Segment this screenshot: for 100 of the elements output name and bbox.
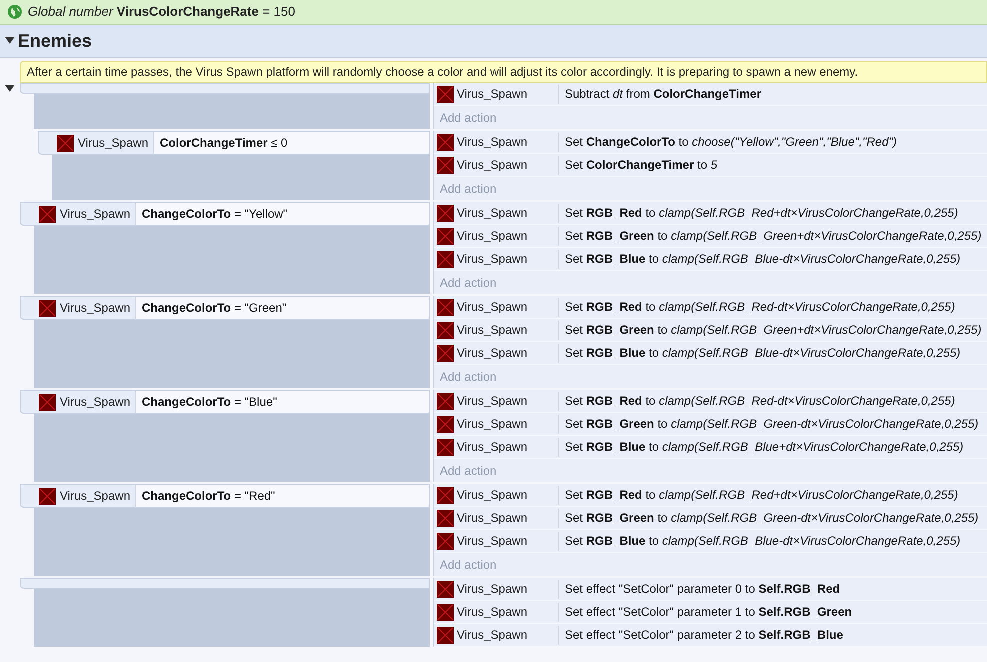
object-icon (39, 488, 56, 504)
action-row[interactable]: Virus_Spawn Set ColorChangeTimer to 5 (434, 154, 987, 177)
group-header[interactable]: Enemies (0, 25, 987, 58)
object-name: Virus_Spawn (457, 345, 528, 362)
event-conditions[interactable]: Virus_Spawn ChangeColorTo = "Red" (20, 484, 430, 508)
action-row[interactable]: Virus_Spawn Set RGB_Blue to clamp(Self.RGB_Blue-dt×VirusColorChangeRate,0,255) (434, 342, 987, 365)
object-name: Virus_Spawn (457, 299, 528, 316)
event-conditions[interactable]: Virus_Spawn ChangeColorTo = "Yellow" (20, 202, 430, 226)
event-conditions[interactable]: Virus_Spawn ChangeColorTo = "Blue" (20, 390, 430, 414)
action-text: Set RGB_Red to clamp(Self.RGB_Red-dt×VirusColorChangeRate,0,255) (564, 393, 956, 410)
object-icon (437, 486, 454, 504)
object-icon (437, 580, 454, 598)
object-icon (39, 206, 56, 222)
action-row[interactable]: Virus_Spawn Set RGB_Blue to clamp(Self.RGB_Blue-dt×VirusColorChangeRate,0,255) (434, 530, 987, 553)
object-icon (437, 438, 454, 456)
object-name: Virus_Spawn (457, 86, 528, 103)
condition-text: ChangeColorTo = "Green" (142, 300, 287, 317)
object-name: Virus_Spawn (457, 322, 528, 339)
condition-text: ColorChangeTimer ≤ 0 (160, 135, 288, 152)
action-row[interactable]: Virus_Spawn Set RGB_Green to clamp(Self.RGB_Green-dt×VirusColorChangeRate,0,255) (434, 507, 987, 530)
object-name: Virus_Spawn (457, 604, 528, 621)
comment-text: After a certain time passes, the Virus Spawn platform will randomly choose a color and will adjust its color accordingly. It is preparing to spawn a new enemy. (27, 64, 858, 81)
object-icon (39, 394, 56, 410)
action-text: Set RGB_Blue to clamp(Self.RGB_Blue+dt×VirusColorChangeRate,0,255) (564, 439, 964, 456)
object-name: Virus_Spawn (457, 251, 528, 268)
action-row[interactable]: Virus_Spawn Set effect "SetColor" parameter 1 to Self.RGB_Green (434, 601, 987, 624)
action-text: Set effect "SetColor" parameter 0 to Self.RGB_Red (564, 581, 840, 598)
object-icon (437, 134, 454, 150)
object-name: Virus_Spawn (457, 627, 528, 644)
object-name: Virus_Spawn (457, 581, 528, 598)
action-row[interactable]: Virus_Spawn Set RGB_Blue to clamp(Self.RGB_Blue+dt×VirusColorChangeRate,0,255) (434, 436, 987, 459)
object-icon (437, 322, 454, 338)
action-text: Set ColorChangeTimer to 5 (564, 157, 718, 174)
object-icon (437, 344, 454, 362)
action-text: Set RGB_Red to clamp(Self.RGB_Red+dt×VirusColorChangeRate,0,255) (564, 487, 958, 504)
action-row[interactable]: Virus_Spawn Set RGB_Red to clamp(Self.RGB_Red-dt×VirusColorChangeRate,0,255) (434, 296, 987, 319)
object-name: Virus_Spawn (457, 487, 528, 504)
group-title: Enemies (18, 30, 92, 52)
object-icon (437, 604, 454, 620)
group-toggle[interactable] (5, 37, 15, 45)
object-name: Virus_Spawn (60, 206, 130, 223)
object-name: Virus_Spawn (457, 439, 528, 456)
action-row[interactable]: Virus_Spawn Set RGB_Red to clamp(Self.RGB_Red+dt×VirusColorChangeRate,0,255) (434, 484, 987, 507)
action-text: Set RGB_Red to clamp(Self.RGB_Red-dt×VirusColorChangeRate,0,255) (564, 299, 956, 316)
action-text: Subtract dt from ColorChangeTimer (564, 86, 762, 103)
action-row[interactable]: Virus_Spawn Set ChangeColorTo to choose("Yellow","Green","Blue","Red") (434, 131, 987, 154)
action-row[interactable]: Virus_Spawn Set effect "SetColor" parameter 2 to Self.RGB_Blue (434, 624, 987, 647)
object-icon (57, 134, 74, 152)
object-icon (437, 626, 454, 644)
comment[interactable]: After a certain time passes, the Virus Spawn platform will randomly choose a color and will adjust its color accordingly. It is preparing to spawn a new enemy. (20, 61, 987, 83)
action-text: Set RGB_Blue to clamp(Self.RGB_Blue-dt×VirusColorChangeRate,0,255) (564, 533, 961, 550)
object-name: Virus_Spawn (457, 533, 528, 550)
object-icon (437, 298, 454, 316)
object-icon (437, 156, 454, 174)
object-name: Virus_Spawn (457, 205, 528, 222)
action-text: Set RGB_Red to clamp(Self.RGB_Red+dt×VirusColorChangeRate,0,255) (564, 205, 958, 222)
condition-text: ChangeColorTo = "Blue" (142, 394, 278, 411)
object-icon (437, 416, 454, 432)
object-name: Virus_Spawn (78, 135, 148, 152)
object-name: Virus_Spawn (60, 300, 130, 317)
action-row[interactable]: Virus_Spawn Set RGB_Blue to clamp(Self.RGB_Blue-dt×VirusColorChangeRate,0,255) (434, 248, 987, 271)
action-row[interactable]: Virus_Spawn Set RGB_Red to clamp(Self.RGB_Red+dt×VirusColorChangeRate,0,255) (434, 202, 987, 225)
object-name: Virus_Spawn (60, 488, 130, 505)
object-icon (437, 228, 454, 244)
object-icon (437, 250, 454, 268)
object-name: Virus_Spawn (457, 228, 528, 245)
object-icon (437, 86, 454, 102)
object-icon (39, 300, 56, 316)
object-name: Virus_Spawn (457, 393, 528, 410)
event-conditions[interactable]: Virus_Spawn ChangeColorTo = "Green" (20, 296, 430, 320)
action-text: Set RGB_Green to clamp(Self.RGB_Green+dt×VirusColorChangeRate,0,255) (564, 322, 982, 339)
condition-text: ChangeColorTo = "Yellow" (142, 206, 288, 223)
condition-text: ChangeColorTo = "Red" (142, 488, 276, 505)
action-row[interactable]: Virus_Spawn Set RGB_Green to clamp(Self.RGB_Green+dt×VirusColorChangeRate,0,255) (434, 225, 987, 248)
action-text: Set ChangeColorTo to choose("Yellow","Green","Blue","Red") (564, 134, 897, 151)
action-text: Set RGB_Blue to clamp(Self.RGB_Blue-dt×VirusColorChangeRate,0,255) (564, 345, 961, 362)
action-text: Set effect "SetColor" parameter 1 to Self.RGB_Green (564, 604, 852, 621)
object-icon (437, 392, 454, 410)
action-text: Set effect "SetColor" parameter 2 to Self.RGB_Blue (564, 627, 844, 644)
action-text: Set RGB_Blue to clamp(Self.RGB_Blue-dt×VirusColorChangeRate,0,255) (564, 251, 961, 268)
action-row[interactable]: Virus_Spawn Set RGB_Green to clamp(Self.RGB_Green-dt×VirusColorChangeRate,0,255) (434, 413, 987, 436)
object-name: Virus_Spawn (457, 157, 528, 174)
object-name: Virus_Spawn (457, 134, 528, 151)
object-icon (437, 204, 454, 222)
action-row[interactable]: Virus_Spawn Set RGB_Green to clamp(Self.RGB_Green+dt×VirusColorChangeRate,0,255) (434, 319, 987, 342)
object-name: Virus_Spawn (60, 394, 130, 411)
action-row[interactable]: Virus_Spawn Set RGB_Red to clamp(Self.RGB_Red-dt×VirusColorChangeRate,0,255) (434, 390, 987, 413)
action-row[interactable]: Virus_Spawn Subtract dt from ColorChangeTimer (434, 83, 987, 106)
action-text: Set RGB_Green to clamp(Self.RGB_Green+dt×VirusColorChangeRate,0,255) (564, 228, 982, 245)
action-row[interactable]: Virus_Spawn Set effect "SetColor" parameter 0 to Self.RGB_Red (434, 578, 987, 601)
global-variable-text: Global number VirusColorChangeRate = 150 (28, 3, 296, 22)
global-variable-row[interactable]: Global number VirusColorChangeRate = 150 (0, 0, 987, 25)
expand-toggle[interactable] (5, 85, 15, 93)
event-conditions[interactable]: Virus_Spawn ColorChangeTimer ≤ 0 (38, 131, 430, 155)
action-text: Set RGB_Green to clamp(Self.RGB_Green-dt×VirusColorChangeRate,0,255) (564, 416, 979, 433)
action-text: Set RGB_Green to clamp(Self.RGB_Green-dt×VirusColorChangeRate,0,255) (564, 510, 979, 527)
object-icon (437, 532, 454, 550)
object-name: Virus_Spawn (457, 416, 528, 433)
globe-icon (8, 5, 22, 19)
object-icon (437, 510, 454, 526)
